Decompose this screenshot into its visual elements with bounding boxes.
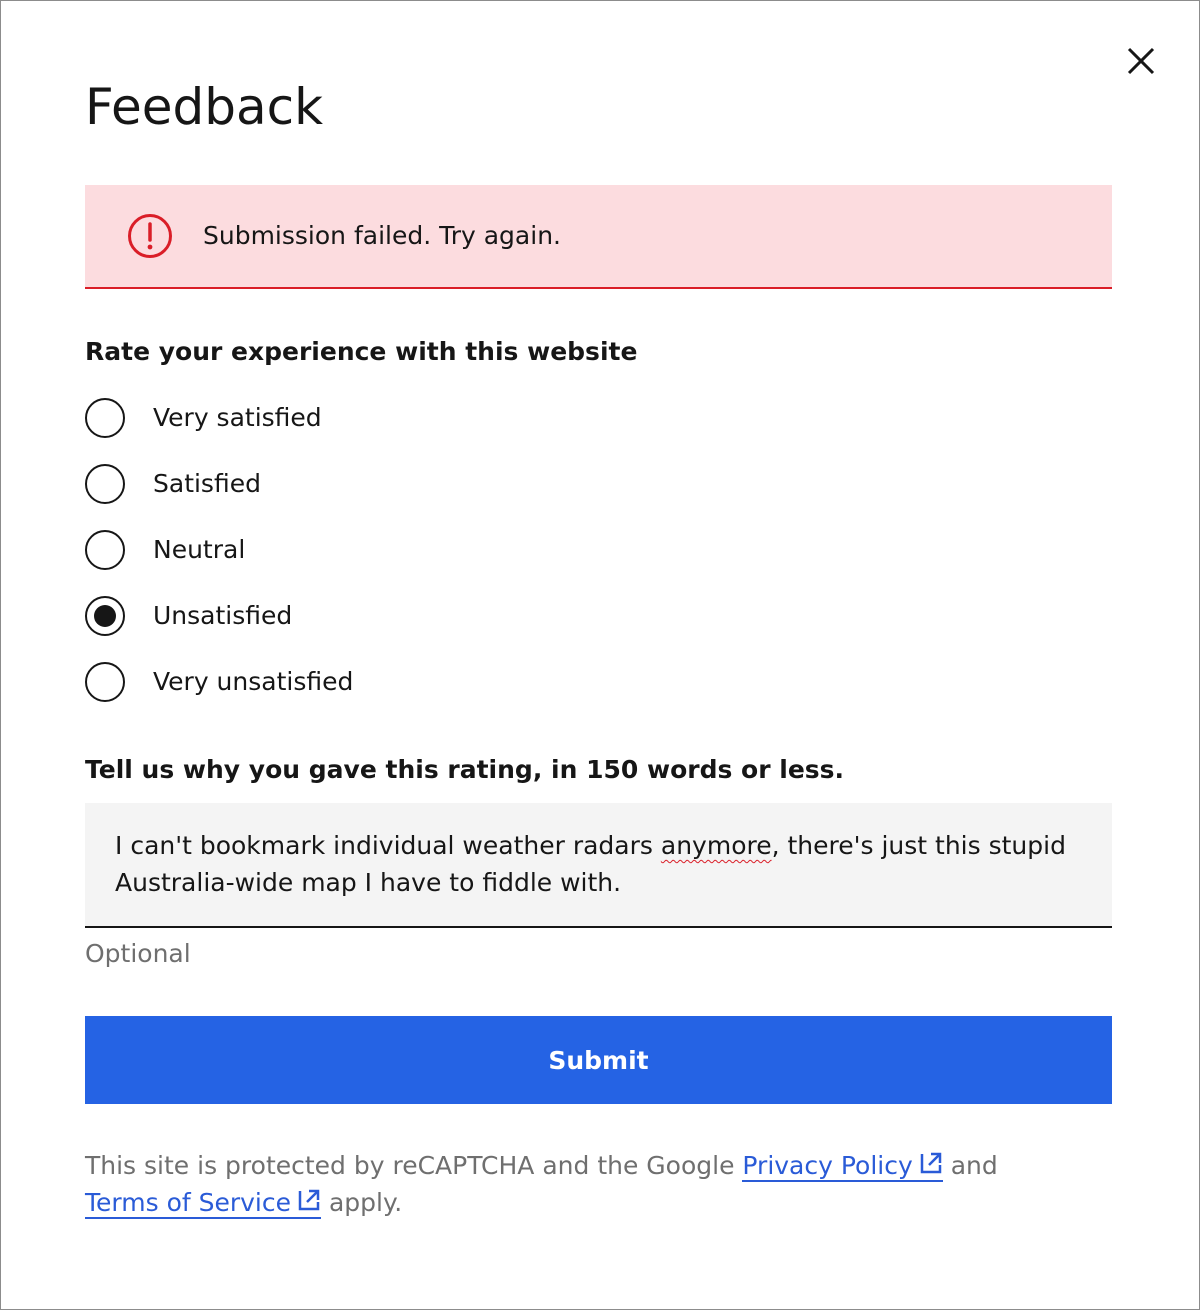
- comment-text-start: I can't bookmark individual weather rada…: [115, 831, 661, 860]
- close-button[interactable]: [1119, 39, 1163, 83]
- error-alert: Submission failed. Try again.: [85, 185, 1112, 289]
- external-link-icon: [298, 1189, 320, 1211]
- dialog-title: Feedback: [85, 78, 324, 136]
- radio-label: Very satisfied: [153, 403, 322, 432]
- recaptcha-suffix: apply.: [321, 1188, 403, 1217]
- rating-legend: Rate your experience with this website: [85, 337, 638, 366]
- radio-label: Neutral: [153, 535, 246, 564]
- terms-of-service-link[interactable]: Terms of Service: [85, 1188, 322, 1219]
- privacy-policy-label: Privacy Policy: [742, 1151, 913, 1180]
- recaptcha-notice: This site is protected by reCAPTCHA and …: [85, 1147, 1085, 1221]
- alert-message: Submission failed. Try again.: [203, 221, 561, 250]
- comment-label: Tell us why you gave this rating, in 150…: [85, 755, 845, 784]
- radio-button[interactable]: [85, 662, 125, 702]
- privacy-policy-link[interactable]: Privacy Policy: [742, 1151, 943, 1182]
- radio-satisfied[interactable]: Satisfied: [85, 461, 261, 507]
- radio-very-satisfied[interactable]: Very satisfied: [85, 395, 322, 441]
- close-icon: [1127, 47, 1155, 75]
- comment-helper-text: Optional: [85, 939, 191, 968]
- submit-button[interactable]: Submit: [85, 1016, 1112, 1104]
- radio-unsatisfied[interactable]: Unsatisfied: [85, 593, 292, 639]
- comment-textarea[interactable]: I can't bookmark individual weather rada…: [85, 803, 1112, 928]
- recaptcha-prefix: This site is protected by reCAPTCHA and …: [85, 1151, 743, 1180]
- radio-button[interactable]: [85, 464, 125, 504]
- radio-button[interactable]: [85, 530, 125, 570]
- radio-label: Unsatisfied: [153, 601, 293, 630]
- radio-selected-dot: [94, 605, 116, 627]
- external-link-icon: [920, 1152, 942, 1174]
- radio-very-unsatisfied[interactable]: Very unsatisfied: [85, 659, 353, 705]
- error-exclamation-icon: [128, 214, 172, 258]
- radio-button-selected[interactable]: [85, 596, 125, 636]
- radio-neutral[interactable]: Neutral: [85, 527, 245, 573]
- recaptcha-middle: and: [942, 1151, 998, 1180]
- terms-of-service-label: Terms of Service: [85, 1188, 292, 1217]
- radio-label: Satisfied: [153, 469, 261, 498]
- misspelled-word: anymore: [660, 831, 772, 860]
- radio-label: Very unsatisfied: [153, 667, 354, 696]
- radio-button[interactable]: [85, 398, 125, 438]
- feedback-dialog: Feedback Submission failed. Try again. R…: [0, 0, 1200, 1310]
